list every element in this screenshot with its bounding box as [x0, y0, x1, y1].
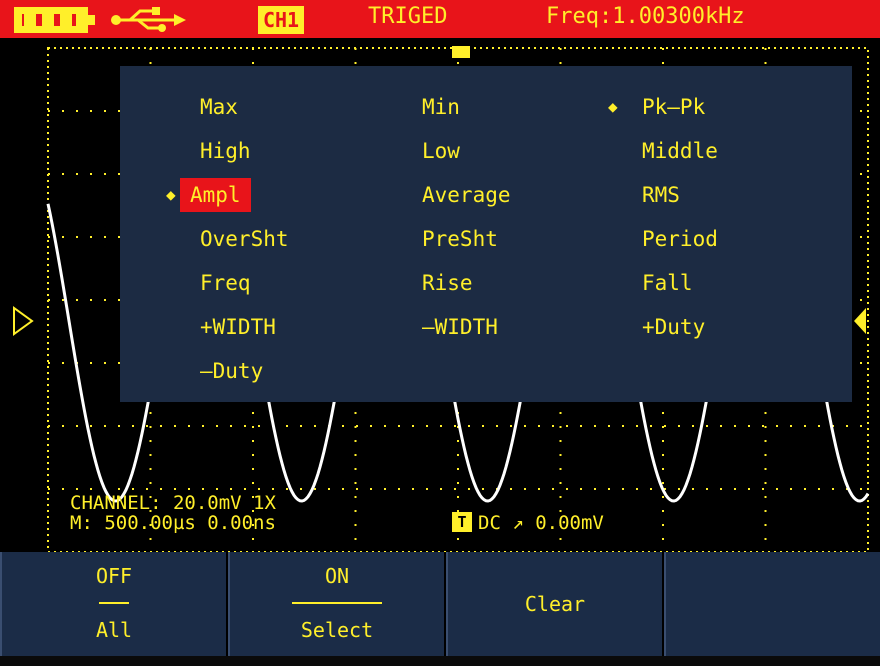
battery-full-icon — [14, 7, 95, 33]
trigger-badge: T — [452, 512, 472, 532]
measure-item[interactable]: OverSht — [200, 222, 289, 256]
softkey-all-label: All — [95, 618, 133, 642]
measure-item[interactable]: Middle — [642, 134, 718, 168]
trigger-level-icon[interactable] — [854, 308, 866, 334]
trigger-position-icon[interactable] — [452, 46, 470, 58]
softkey-all-state: OFF — [95, 564, 133, 588]
softkey-all[interactable]: OFF All — [0, 552, 228, 656]
measure-item[interactable]: Low — [422, 134, 460, 168]
measure-item[interactable]: +Duty — [642, 310, 705, 344]
measure-item[interactable]: High — [200, 134, 251, 168]
measure-item[interactable]: Period — [642, 222, 718, 256]
measure-item[interactable]: –WIDTH — [422, 310, 498, 344]
usb-icon — [111, 7, 186, 32]
channel-badge: CH1 — [258, 6, 304, 34]
measure-item[interactable]: Freq — [200, 266, 251, 300]
measure-item[interactable]: PreSht — [422, 222, 498, 256]
measure-item[interactable]: Pk–Pk — [642, 90, 705, 124]
measure-item[interactable]: RMS — [642, 178, 680, 212]
selected-bullet-icon: ◆ — [608, 97, 618, 116]
measure-item[interactable]: Ampl — [180, 178, 251, 212]
frequency-readout: Freq:1.00300kHz — [546, 4, 745, 29]
selected-bullet-icon: ◆ — [166, 185, 176, 204]
status-bar: CH1 TRIGED Freq:1.00300kHz — [0, 0, 880, 38]
softkey-empty[interactable] — [664, 552, 880, 656]
measure-item[interactable]: Max — [200, 90, 238, 124]
bottom-strip — [0, 656, 880, 666]
trigger-status: TRIGED — [368, 4, 448, 29]
trigger-setting: DC ↗ 0.00mV — [478, 512, 604, 534]
trigger-info: T DC ↗ 0.00mV — [452, 512, 604, 534]
softkey-divider — [99, 602, 129, 604]
softkey-clear-label: Clear — [524, 592, 586, 616]
softkey-clear[interactable]: Clear — [446, 552, 664, 656]
measure-item[interactable]: Fall — [642, 266, 693, 300]
softkey-menu: OFF All ON Select Clear — [0, 552, 880, 656]
measure-popup: Max Min Pk–Pk ◆ High Low Middle Ampl ◆ Average RMS… — [120, 66, 852, 402]
measure-item[interactable]: Min — [422, 90, 460, 124]
timebase-info: M: 500.00µs 0.00ns — [70, 512, 276, 534]
measure-item[interactable]: Average — [422, 178, 511, 212]
measure-item[interactable]: +WIDTH — [200, 310, 276, 344]
softkey-select[interactable]: ON Select — [228, 552, 446, 656]
channel-info: CHANNEL: 20.0mV 1X — [70, 492, 276, 514]
softkey-select-state: ON — [324, 564, 350, 588]
softkey-select-label: Select — [300, 618, 374, 642]
measure-item[interactable]: –Duty — [200, 354, 263, 388]
channel-marker-icon[interactable] — [13, 306, 34, 336]
softkey-divider — [292, 602, 382, 604]
measure-item[interactable]: Rise — [422, 266, 473, 300]
